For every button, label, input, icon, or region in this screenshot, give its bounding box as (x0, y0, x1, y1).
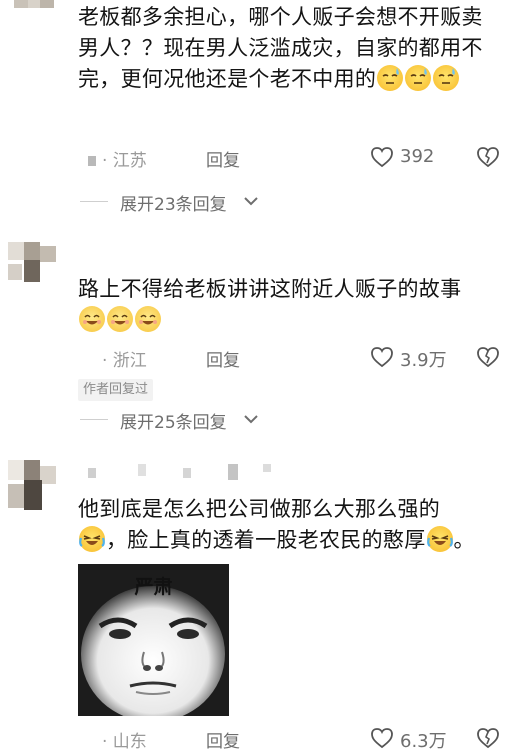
chevron-down-icon (244, 415, 258, 424)
dislike-button[interactable] (476, 727, 500, 754)
dislike-heart-icon (477, 147, 499, 168)
location: · 江苏 (88, 146, 147, 171)
comment-text: 路上不得给老板讲讲这附近人贩子的故事 (78, 274, 503, 336)
reply-button[interactable]: 回复 (206, 346, 240, 371)
like-button[interactable]: 392 (370, 144, 450, 172)
author-replied-badge: 作者回复过 (78, 379, 154, 401)
dislike-heart-icon (477, 347, 499, 368)
sweat-emoji-icon (433, 65, 460, 91)
reply-button[interactable]: 回复 (206, 146, 240, 171)
comment-text: 老板都多余担心，哪个人贩子会想不开贩卖男人？？现在男人泛滥成灾，自家的都用不完，… (78, 5, 483, 91)
sweat-emoji-icon (377, 65, 404, 91)
like-count: 392 (400, 146, 435, 167)
divider (80, 201, 108, 202)
comment-text: 他到底是怎么把公司做那么大那么强的 ，脸上真的透着一股老农民的憨厚。 (78, 497, 475, 552)
heart-icon (371, 147, 393, 168)
redacted-block (88, 737, 96, 747)
expand-label: 展开23条回复 (120, 195, 227, 215)
redacted-block (88, 156, 96, 166)
meme-image[interactable]: 严肃 (78, 564, 229, 716)
chevron-down-icon (244, 197, 258, 206)
heart-icon (371, 728, 393, 749)
dislike-button[interactable] (476, 346, 500, 373)
comment-meta: · 山东 回复 6.3万 (88, 727, 503, 753)
divider (80, 419, 108, 420)
laugh-emoji-icon (135, 306, 161, 332)
cry-laugh-emoji-icon (426, 526, 453, 552)
like-count: 6.3万 (400, 731, 447, 752)
avatar[interactable] (8, 242, 58, 284)
redacted-block (88, 356, 96, 366)
location: · 浙江 (88, 346, 147, 371)
dislike-button[interactable] (476, 146, 500, 173)
meme-caption: 严肃 (134, 576, 173, 598)
like-button[interactable]: 3.9万 (370, 344, 450, 372)
cry-laugh-emoji-icon (79, 526, 105, 552)
comment-meta: · 江苏 回复 392 (88, 146, 503, 172)
dislike-heart-icon (477, 728, 499, 749)
avatar[interactable] (8, 460, 58, 512)
avatar[interactable] (8, 0, 58, 20)
laugh-emoji-icon (107, 306, 133, 332)
location: · 山东 (88, 727, 147, 752)
username-redacted[interactable] (88, 464, 288, 480)
comment-meta: · 浙江 回复 3.9万 (88, 346, 503, 372)
sweat-emoji-icon (405, 65, 432, 91)
laugh-emoji-icon (79, 306, 105, 332)
expand-label: 展开25条回复 (120, 413, 227, 433)
like-button[interactable]: 6.3万 (370, 725, 450, 753)
reply-button[interactable]: 回复 (206, 727, 240, 752)
like-count: 3.9万 (400, 350, 447, 371)
heart-icon (371, 347, 393, 368)
